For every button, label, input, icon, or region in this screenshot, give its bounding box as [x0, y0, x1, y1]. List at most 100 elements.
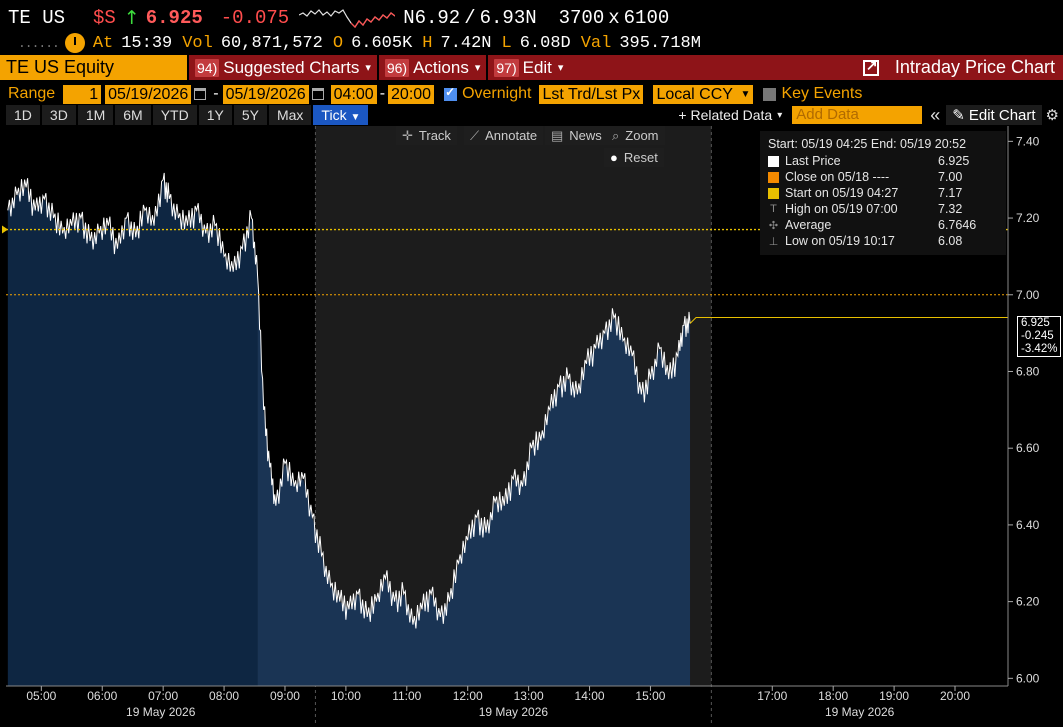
- zoom-tool[interactable]: ⌕ Zoom: [606, 126, 665, 145]
- reset-icon: ●: [610, 150, 618, 165]
- time-separator: -: [379, 85, 386, 102]
- range-bar: Range 1 05/19/2026 - 05/19/2026 04:00 - …: [0, 84, 1063, 104]
- tab-1d[interactable]: 1D: [6, 105, 40, 125]
- legend-item-prev-close[interactable]: Close on 05/18 ---- 7.00: [768, 169, 998, 185]
- end-time-input[interactable]: 20:00: [388, 84, 435, 104]
- axis-last-price: 6.925: [1021, 316, 1050, 329]
- tab-tick[interactable]: Tick ▼: [313, 105, 369, 125]
- tab-ytd[interactable]: YTD: [152, 105, 197, 125]
- external-link-icon[interactable]: [862, 57, 879, 76]
- tab-3d[interactable]: 3D: [41, 105, 76, 125]
- start-time-input[interactable]: 04:00: [330, 84, 377, 104]
- chevron-down-icon: ▾: [557, 62, 564, 74]
- x-tick-label: 20:00: [940, 689, 970, 703]
- y-tick-label: 7.40: [1016, 134, 1040, 148]
- legend-item-high[interactable]: T High on 05/19 07:00 7.32: [768, 201, 998, 217]
- legend-item-average[interactable]: ✣ Average 6.7646: [768, 217, 998, 233]
- news-tool[interactable]: ▤ News: [545, 126, 608, 145]
- low-price: 6.08D: [519, 33, 571, 53]
- premarket-area: [7, 179, 258, 686]
- tab-1m[interactable]: 1M: [77, 105, 114, 125]
- y-tick-label: 6.80: [1016, 364, 1040, 378]
- legend-item-start[interactable]: Start on 05/19 04:27 7.17: [768, 185, 998, 201]
- vol-label: Vol: [182, 33, 213, 53]
- tab-max[interactable]: Max: [268, 105, 312, 125]
- menu-number: 96): [384, 58, 410, 77]
- average-marker-icon: ✣: [768, 219, 779, 232]
- legend-value: 7.00: [938, 170, 963, 184]
- start-date-input[interactable]: 05/19/2026: [105, 84, 192, 104]
- gear-icon[interactable]: ⚙: [1046, 106, 1059, 124]
- last-price-swatch: [768, 155, 779, 167]
- actions-menu[interactable]: 96) Actions ▾: [376, 55, 487, 80]
- legend-value: 6.7646: [938, 218, 977, 232]
- prev-close-swatch: [768, 171, 779, 183]
- end-date-input[interactable]: 05/19/2026: [222, 84, 309, 104]
- related-data-button[interactable]: + Related Data: [678, 107, 772, 123]
- x-tick-label: 17:00: [757, 689, 787, 703]
- track-label: Track: [418, 128, 451, 143]
- menu-label: Edit: [522, 57, 552, 77]
- chevron-down-icon: ▾: [365, 62, 371, 74]
- intraday-chart-title[interactable]: Intraday Price Chart: [862, 57, 1063, 78]
- menu-bar: TE US Equity 94) Suggested Charts ▾ 96) …: [0, 55, 1063, 80]
- legend-value: 6.925: [938, 154, 970, 168]
- axis-change: -0.245: [1021, 329, 1054, 342]
- edit-chart-button[interactable]: ✎ Edit Chart: [946, 105, 1042, 125]
- track-tool[interactable]: ✛ Track: [396, 126, 457, 145]
- bid-price: N6.92: [403, 7, 461, 29]
- legend-label: Last Price: [785, 154, 841, 168]
- tab-6m[interactable]: 6M: [115, 105, 151, 125]
- last-price-axis-label: 6.925 -0.245 -3.42%: [1017, 315, 1062, 357]
- x-tick-label: 11:00: [392, 689, 421, 703]
- x-tick-label: 09:00: [270, 689, 300, 703]
- y-tick-label: 6.20: [1016, 595, 1040, 609]
- add-data-input[interactable]: Add Data: [792, 106, 923, 124]
- stats-dots: ......: [18, 35, 60, 51]
- news-icon: ▤: [551, 128, 564, 143]
- annotate-tool[interactable]: ⟋ Annotate: [464, 126, 544, 145]
- security-field[interactable]: TE US Equity: [0, 55, 187, 80]
- edit-menu[interactable]: 97) Edit ▾: [486, 55, 569, 80]
- open-price: 6.605K: [351, 33, 413, 53]
- currency-dropdown[interactable]: Local CCY ▼: [653, 84, 754, 104]
- date-separator: -: [213, 85, 219, 102]
- x-tick-label: 05:00: [26, 689, 56, 703]
- chevron-down-icon: ▾: [474, 62, 481, 74]
- period-tabs: 1D 3D 1M 6M YTD 1Y 5Y Max: [6, 105, 313, 125]
- overnight-label: Overnight: [462, 85, 532, 102]
- stats-bar: ...... At 15:39 Vol 60,871,572 O 6.605K …: [0, 32, 1063, 54]
- legend-value: 6.08: [938, 234, 963, 248]
- currency-value: Local CCY: [656, 85, 733, 103]
- volume: 60,871,572: [220, 33, 323, 53]
- ask-price: 6.93N: [479, 7, 537, 29]
- key-events-checkbox[interactable]: [763, 87, 777, 101]
- tab-1y[interactable]: 1Y: [198, 105, 232, 125]
- range-input[interactable]: 1: [63, 84, 102, 104]
- currency-symbol: $S: [93, 7, 116, 29]
- menu-label: Suggested Charts: [223, 57, 360, 77]
- size-separator: x: [608, 7, 620, 29]
- calendar-icon[interactable]: [194, 88, 207, 100]
- pen-icon: ⟋: [470, 128, 480, 143]
- related-data-area: + Related Data ▾ Add Data « ✎ Edit Chart…: [678, 105, 1063, 126]
- key-events-label: Key Events: [781, 85, 863, 102]
- price-type-dropdown[interactable]: Lst Trd/Lst Px: [539, 84, 644, 104]
- sparkline-icon: [299, 9, 396, 28]
- pencil-icon: ✎: [952, 107, 965, 124]
- legend-item-low[interactable]: ⊥ Low on 05/19 10:17 6.08: [768, 233, 998, 249]
- price-chart[interactable]: 7.40 7.20 7.00 6.80 6.60 6.40 6.20 6.00 05:00 06:…: [0, 126, 1063, 727]
- low-label: L: [501, 33, 512, 53]
- collapse-icon[interactable]: «: [930, 105, 940, 126]
- suggested-charts-menu[interactable]: 94) Suggested Charts ▾: [187, 55, 377, 80]
- crosshair-icon: ✛: [402, 128, 413, 143]
- x-tick-label: 12:00: [453, 689, 483, 703]
- tab-5y[interactable]: 5Y: [233, 105, 267, 125]
- x-tick-label: 19:00: [879, 689, 909, 703]
- gauge-icon[interactable]: [64, 33, 85, 53]
- date-label: 19 May 2026: [479, 705, 549, 719]
- calendar-icon[interactable]: [311, 88, 324, 100]
- reset-button[interactable]: ● Reset: [604, 148, 664, 167]
- overnight-checkbox[interactable]: [444, 85, 458, 101]
- legend-item-last-price[interactable]: Last Price 6.925: [768, 153, 998, 169]
